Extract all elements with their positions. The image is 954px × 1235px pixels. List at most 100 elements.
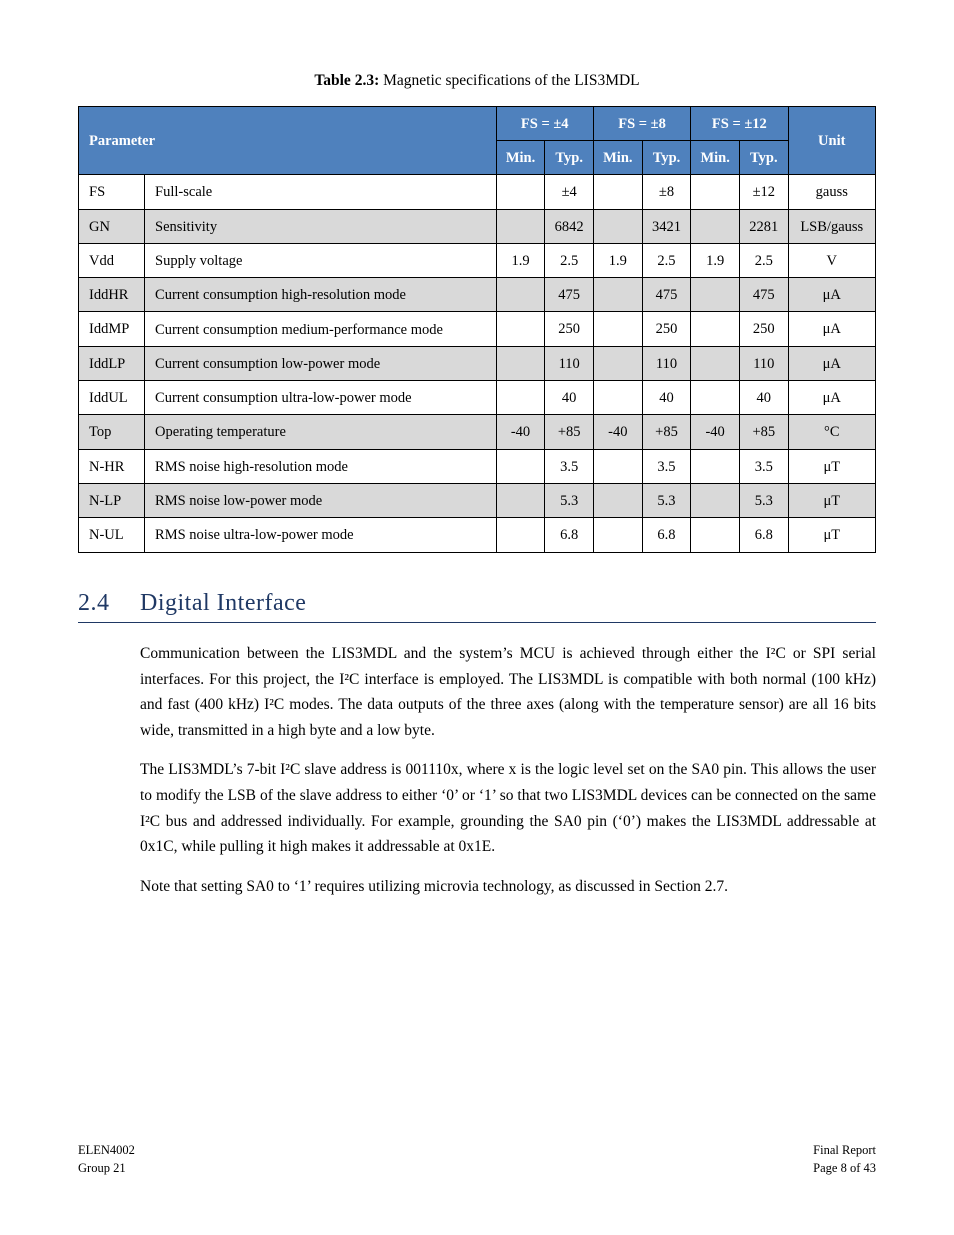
cell-value: 40 bbox=[740, 381, 788, 415]
cell-value bbox=[691, 209, 740, 243]
cell-value: 250 bbox=[642, 312, 690, 346]
cell-value: 110 bbox=[642, 346, 690, 380]
cell-unit: μA bbox=[788, 346, 875, 380]
table-row: N-LPRMS noise low-power mode5.35.35.3μT bbox=[79, 483, 876, 517]
cell-value: 6842 bbox=[545, 209, 593, 243]
footer-right-1: Final Report bbox=[813, 1142, 876, 1160]
table-row: TopOperating temperature-40+85-40+85-40+… bbox=[79, 415, 876, 449]
footer-left-1: ELEN4002 bbox=[78, 1142, 135, 1160]
cell-unit: μA bbox=[788, 278, 875, 312]
paragraph-1: Communication between the LIS3MDL and th… bbox=[78, 641, 876, 743]
cell-value: 3.5 bbox=[642, 449, 690, 483]
cell-value bbox=[691, 278, 740, 312]
cell-parameter: Supply voltage bbox=[145, 243, 497, 277]
cell-value bbox=[496, 346, 545, 380]
cell-parameter: Operating temperature bbox=[145, 415, 497, 449]
cell-value bbox=[593, 209, 642, 243]
cell-value: -40 bbox=[496, 415, 545, 449]
cell-symbol: IddLP bbox=[79, 346, 145, 380]
table-row: IddLPCurrent consumption low-power mode 1… bbox=[79, 346, 876, 380]
cell-value: 3.5 bbox=[545, 449, 593, 483]
cell-value: 40 bbox=[642, 381, 690, 415]
paragraph-3: Note that setting SA0 to ‘1’ requires ut… bbox=[78, 874, 876, 900]
cell-value: ±12 bbox=[740, 175, 788, 209]
table-row: IddULCurrent consumption ultra-low-power… bbox=[79, 381, 876, 415]
cell-unit: μA bbox=[788, 381, 875, 415]
cell-value bbox=[691, 312, 740, 346]
cell-value bbox=[593, 518, 642, 552]
cell-symbol: IddUL bbox=[79, 381, 145, 415]
table-row: N-ULRMS noise ultra-low-power mode 6.8 6.8… bbox=[79, 518, 876, 552]
paragraph-2: The LIS3MDL’s 7-bit I²C slave address is… bbox=[78, 757, 876, 859]
th-fs8: FS = ±8 bbox=[593, 106, 690, 140]
cell-value: -40 bbox=[593, 415, 642, 449]
cell-value bbox=[496, 483, 545, 517]
cell-value bbox=[593, 346, 642, 380]
table-row: FSFull-scale±4±8±12gauss bbox=[79, 175, 876, 209]
cell-value bbox=[593, 278, 642, 312]
page-footer: ELEN4002 Group 21 Final Report Page 8 of… bbox=[78, 1142, 876, 1177]
cell-value: 110 bbox=[740, 346, 788, 380]
th-min-2: Min. bbox=[593, 140, 642, 174]
cell-value: 6.8 bbox=[545, 518, 593, 552]
th-typ-1: Typ. bbox=[545, 140, 593, 174]
cell-value: +85 bbox=[642, 415, 690, 449]
cell-value bbox=[593, 312, 642, 346]
cell-value bbox=[593, 175, 642, 209]
section-heading: 2.4Digital Interface bbox=[78, 587, 876, 624]
cell-value bbox=[496, 449, 545, 483]
cell-value: 3.5 bbox=[740, 449, 788, 483]
cell-value: 1.9 bbox=[593, 243, 642, 277]
section-title: Digital Interface bbox=[140, 590, 306, 616]
cell-value: 1.9 bbox=[691, 243, 740, 277]
cell-value: 5.3 bbox=[642, 483, 690, 517]
cell-value bbox=[691, 381, 740, 415]
cell-value bbox=[691, 483, 740, 517]
cell-unit: μT bbox=[788, 518, 875, 552]
table-row: GNSensitivity684234212281LSB/gauss bbox=[79, 209, 876, 243]
cell-symbol: N-UL bbox=[79, 518, 145, 552]
cell-value bbox=[691, 175, 740, 209]
cell-parameter: Current consumption low-power mode bbox=[145, 346, 497, 380]
cell-value: 2.5 bbox=[642, 243, 690, 277]
th-fs4: FS = ±4 bbox=[496, 106, 593, 140]
spec-table: Parameter FS = ±4 FS = ±8 FS = ±12 Unit … bbox=[78, 106, 876, 553]
cell-unit: V bbox=[788, 243, 875, 277]
cell-value: 475 bbox=[740, 278, 788, 312]
cell-unit: μT bbox=[788, 483, 875, 517]
cell-value bbox=[593, 449, 642, 483]
cell-unit: LSB/gauss bbox=[788, 209, 875, 243]
cell-unit: gauss bbox=[788, 175, 875, 209]
cell-symbol: GN bbox=[79, 209, 145, 243]
cell-value: 2.5 bbox=[545, 243, 593, 277]
th-min-3: Min. bbox=[691, 140, 740, 174]
cell-value bbox=[496, 381, 545, 415]
th-parameter: Parameter bbox=[79, 106, 497, 175]
cell-value: 2.5 bbox=[740, 243, 788, 277]
table-row: IddMPCurrent consumption medium-performa… bbox=[79, 312, 876, 346]
cell-value bbox=[691, 518, 740, 552]
th-fs12: FS = ±12 bbox=[691, 106, 788, 140]
section-number: 2.4 bbox=[78, 587, 140, 621]
cell-symbol: FS bbox=[79, 175, 145, 209]
cell-parameter: RMS noise ultra-low-power mode bbox=[145, 518, 497, 552]
cell-value: 6.8 bbox=[740, 518, 788, 552]
th-typ-3: Typ. bbox=[740, 140, 788, 174]
cell-value: ±4 bbox=[545, 175, 593, 209]
table-caption: Table 2.3: Magnetic specifications of th… bbox=[78, 70, 876, 92]
cell-value: +85 bbox=[545, 415, 593, 449]
cell-value: 40 bbox=[545, 381, 593, 415]
cell-value: 3421 bbox=[642, 209, 690, 243]
cell-symbol: IddHR bbox=[79, 278, 145, 312]
th-typ-2: Typ. bbox=[642, 140, 690, 174]
cell-value: 2281 bbox=[740, 209, 788, 243]
cell-value: 250 bbox=[740, 312, 788, 346]
cell-value bbox=[496, 278, 545, 312]
table-row: VddSupply voltage1.92.51.92.51.92.5V bbox=[79, 243, 876, 277]
cell-value bbox=[496, 209, 545, 243]
cell-unit: μA bbox=[788, 312, 875, 346]
cell-value bbox=[496, 518, 545, 552]
cell-symbol: IddMP bbox=[79, 312, 145, 346]
cell-value: +85 bbox=[740, 415, 788, 449]
footer-right-2: Page 8 of 43 bbox=[813, 1160, 876, 1178]
